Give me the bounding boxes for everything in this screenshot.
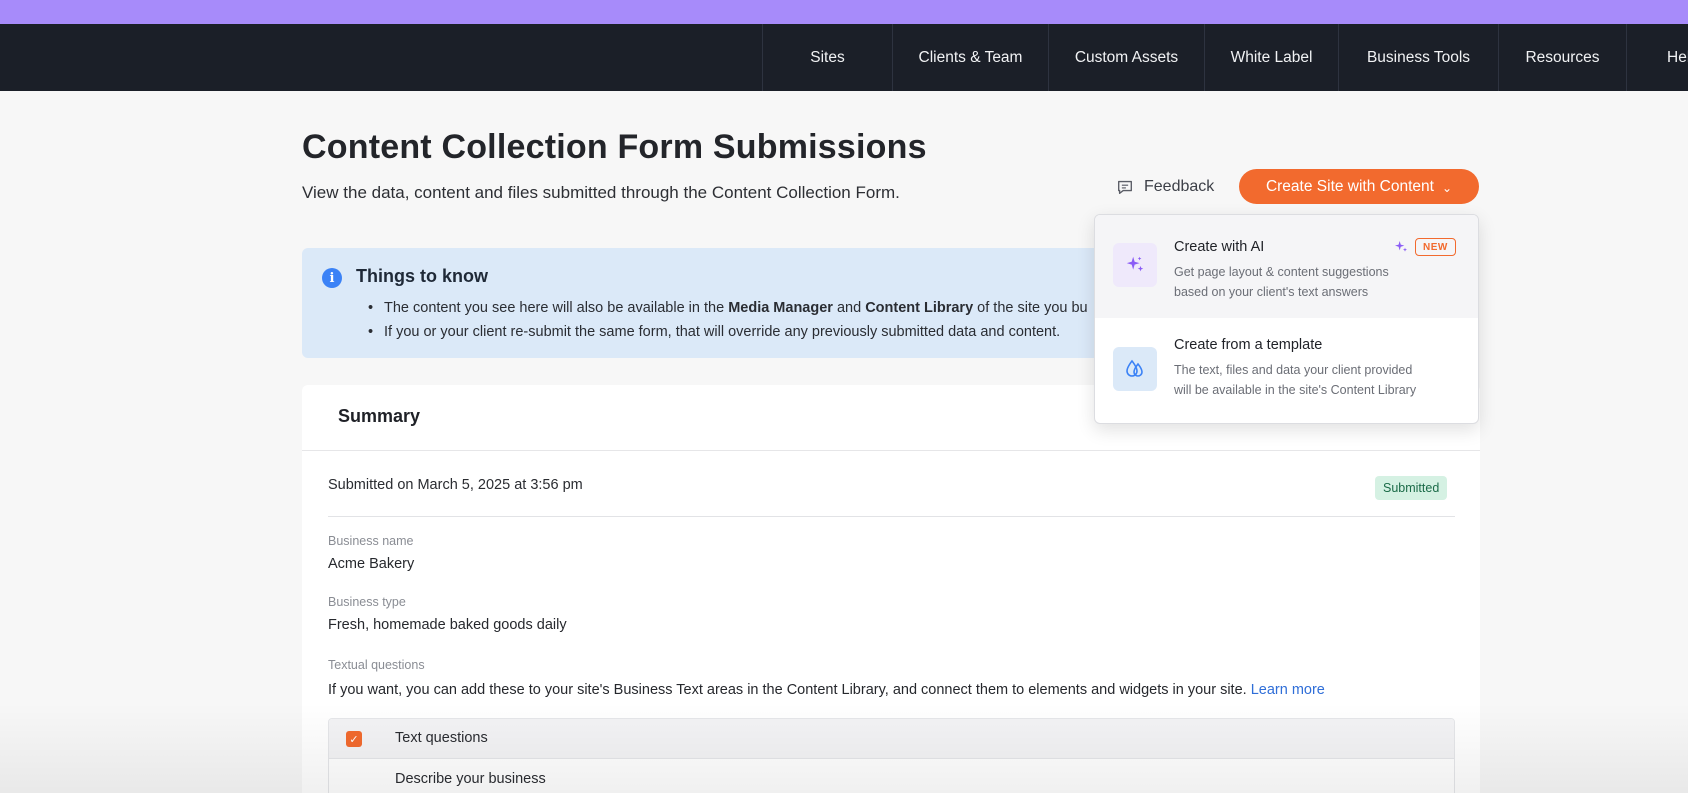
feedback-label: Feedback: [1144, 178, 1215, 195]
table-row: Describe your business: [395, 771, 546, 787]
nav-label: Sites: [810, 48, 845, 66]
menu-item-description: Get page layout & content suggestions ba…: [1174, 265, 1389, 299]
top-navbar: Sites Clients & Team Custom Assets White…: [0, 24, 1688, 91]
textual-questions-help: If you want, you can add these to your s…: [328, 682, 1325, 698]
feedback-button[interactable]: Feedback: [1116, 174, 1214, 200]
droplets-icon: [1113, 347, 1157, 391]
create-button-label: Create Site with Content: [1265, 177, 1434, 195]
business-type-value: Fresh, homemade baked goods daily: [328, 617, 567, 633]
menu-item-title: Create from a template: [1174, 337, 1323, 353]
nav-label: Clients & Team: [918, 48, 1023, 66]
summary-card: Summary Submitted on March 5, 2025 at 3:…: [302, 385, 1480, 793]
divider: [302, 450, 1480, 451]
menu-item-create-from-template[interactable]: Create from a template The text, files a…: [1095, 318, 1478, 421]
menu-item-create-with-ai[interactable]: Create with AI NEW Get page layout & con…: [1095, 215, 1478, 318]
create-options-menu: Create with AI NEW Get page layout & con…: [1094, 214, 1479, 424]
chevron-down-icon: ⌄: [1441, 180, 1453, 195]
check-icon: ✓: [349, 733, 359, 746]
business-name-value: Acme Bakery: [328, 556, 415, 572]
things-to-know-panel: i Things to know The content you see her…: [302, 248, 1102, 358]
business-name-label: Business name: [328, 534, 414, 548]
info-list: The content you see here will also be av…: [368, 296, 1088, 344]
info-icon: i: [322, 268, 342, 288]
sparkles-icon: [1113, 243, 1157, 287]
nav-label: Resources: [1525, 48, 1600, 66]
info-bullet: If you or your client re-submit the same…: [368, 320, 1088, 344]
select-all-checkbox[interactable]: ✓: [346, 731, 362, 747]
nav-item-resources[interactable]: Resources: [1498, 24, 1626, 91]
summary-title: Summary: [338, 406, 421, 426]
nav-label: White Label: [1230, 48, 1313, 66]
nav-label: Custom Assets: [1074, 48, 1179, 66]
table-header: ✓ Text questions: [329, 719, 1454, 759]
nav-item-white-label[interactable]: White Label: [1204, 24, 1338, 91]
page-subtitle: View the data, content and files submitt…: [302, 183, 900, 202]
status-badge: Submitted: [1375, 476, 1448, 500]
nav-item-sites[interactable]: Sites: [762, 24, 892, 91]
new-badge: NEW: [1415, 238, 1456, 256]
menu-item-description: The text, files and data your client pro…: [1174, 363, 1417, 397]
textual-questions-label: Textual questions: [328, 658, 425, 672]
help-text: If you want, you can add these to your s…: [328, 682, 1251, 698]
menu-item-title: Create with AI: [1174, 239, 1265, 255]
top-accent-strip: [0, 0, 1688, 24]
learn-more-link[interactable]: Learn more: [1251, 682, 1325, 698]
nav-label: Business Tools: [1366, 48, 1471, 66]
nav-item-clients-team[interactable]: Clients & Team: [892, 24, 1048, 91]
sparkle-icon: [1395, 241, 1407, 252]
comment-icon: [1118, 180, 1132, 194]
table-header-label: Text questions: [395, 730, 488, 746]
nav-label: Hel: [1667, 48, 1688, 66]
divider: [328, 516, 1455, 517]
submitted-date: Submitted on March 5, 2025 at 3:56 pm: [328, 477, 583, 493]
business-type-label: Business type: [328, 595, 406, 609]
info-title: Things to know: [356, 266, 488, 286]
create-site-with-content-button[interactable]: Create Site with Content ⌄: [1239, 169, 1479, 204]
nav-item-help[interactable]: Hel: [1626, 24, 1688, 91]
nav-item-business-tools[interactable]: Business Tools: [1338, 24, 1498, 91]
info-bullet: The content you see here will also be av…: [368, 296, 1088, 320]
nav-item-custom-assets[interactable]: Custom Assets: [1048, 24, 1204, 91]
page-title: Content Collection Form Submissions: [302, 128, 927, 166]
text-questions-table: ✓ Text questions Describe your business: [328, 718, 1455, 793]
